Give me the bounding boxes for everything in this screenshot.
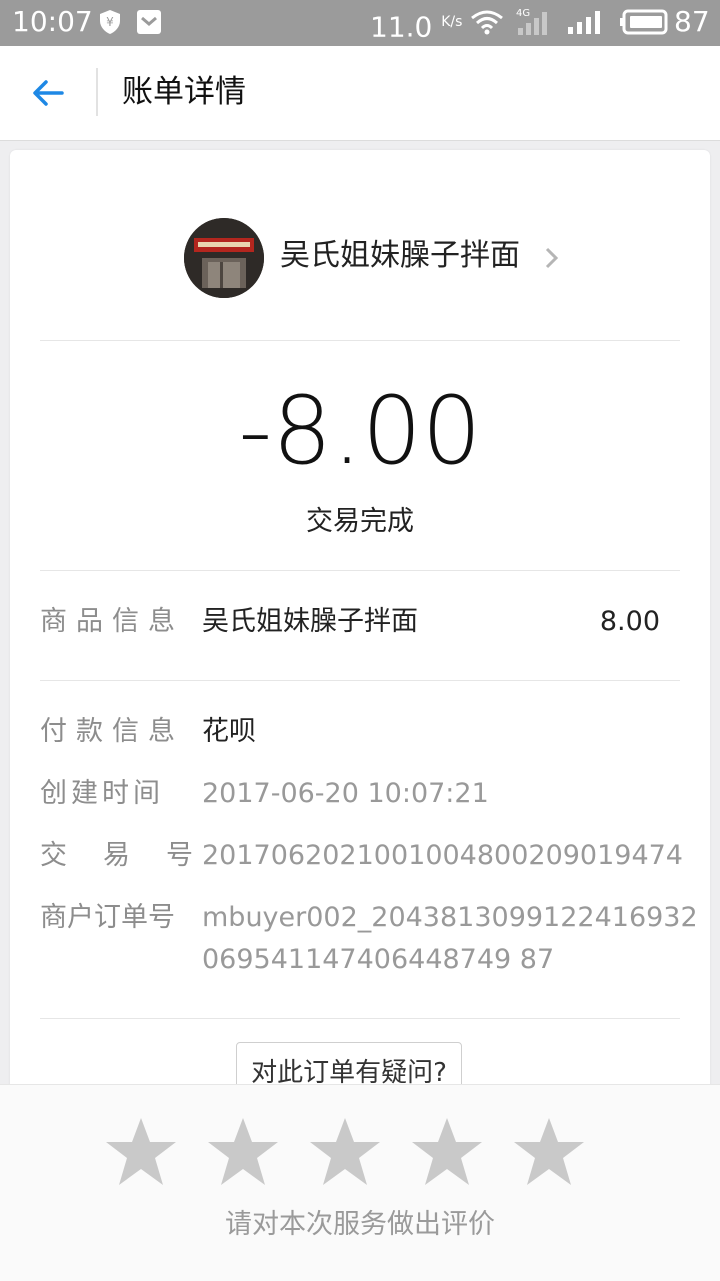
notification-icon — [137, 10, 161, 34]
merchant-order-number: mbuyer002_2043813099122416932 — [202, 902, 698, 933]
trade-number-label: 交易号 — [40, 840, 229, 871]
created-time-label: 创建时间 — [40, 778, 164, 809]
wifi-icon — [471, 10, 503, 35]
signal-icon — [568, 11, 600, 34]
header-divider — [96, 68, 98, 116]
star-icon[interactable] — [308, 1115, 382, 1189]
status-time: 10:07 — [12, 5, 93, 38]
divider — [40, 680, 680, 681]
merchant-avatar — [184, 218, 264, 298]
product-price: 8.00 — [599, 606, 660, 637]
status-bar: 10:07 ¥ 11.0 K/s 4G 87 — [0, 0, 720, 46]
shield-yen-icon: ¥ — [100, 10, 120, 34]
page-title: 账单详情 — [122, 74, 246, 110]
product-name: 吴氏姐妹臊子拌面 — [202, 606, 418, 637]
svg-text:4G: 4G — [516, 8, 530, 19]
svg-text:¥: ¥ — [106, 15, 114, 29]
payment-info-label: 付款信息 — [40, 716, 184, 747]
chevron-right-icon — [545, 247, 559, 269]
transaction-status: 交易完成 — [306, 506, 414, 537]
battery-level: 87 — [674, 5, 710, 38]
bill-detail-card: 吴氏姐妹臊子拌面 -8.00 交易完成 商品信息 吴氏姐妹臊子拌面 8.00 付… — [10, 150, 710, 1112]
network-speed: 11.0 K/s — [370, 10, 463, 44]
rating-prompt: 请对本次服务做出评价 — [225, 1209, 495, 1240]
star-icon[interactable] — [512, 1115, 586, 1189]
divider — [40, 570, 680, 571]
merchant-name: 吴氏姐妹臊子拌面 — [280, 238, 520, 273]
transaction-amount: -8.00 — [238, 377, 482, 486]
trade-number: 2017062021001004800209019474 — [202, 840, 683, 871]
star-icon[interactable] — [410, 1115, 484, 1189]
rating-panel: 请对本次服务做出评价 — [0, 1084, 720, 1281]
signal-4g-icon: 4G — [516, 8, 547, 35]
product-info-label: 商品信息 — [40, 606, 184, 637]
merchant-row[interactable]: 吴氏姐妹臊子拌面 — [10, 216, 710, 300]
created-time: 2017-06-20 10:07:21 — [202, 778, 489, 809]
payment-method: 花呗 — [202, 716, 256, 747]
merchant-order-number-cont: 069541147406448749 87 — [202, 944, 555, 975]
back-arrow-icon[interactable] — [26, 68, 76, 118]
merchant-order-label: 商户订单号 — [40, 902, 175, 933]
divider — [40, 340, 680, 341]
divider — [40, 1018, 680, 1019]
star-icon[interactable] — [104, 1115, 178, 1189]
star-icon[interactable] — [206, 1115, 280, 1189]
battery-icon — [620, 9, 668, 35]
app-bar: 账单详情 — [0, 46, 720, 141]
